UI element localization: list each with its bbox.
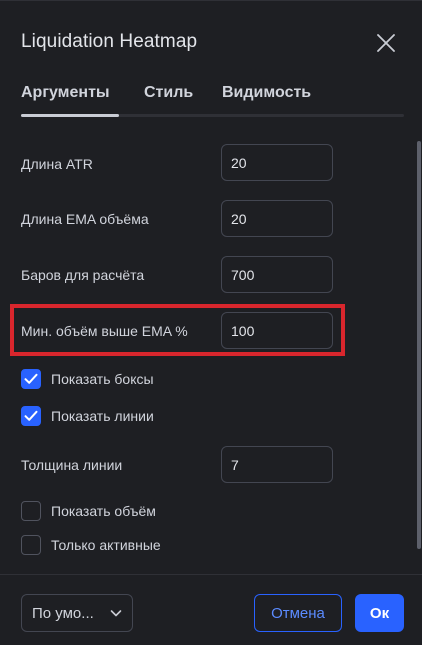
ok-button[interactable]: Ок [355,594,404,632]
show-volume-checkbox[interactable] [21,501,41,521]
ema-volume-length-input[interactable] [221,200,333,237]
tab-style[interactable]: Стиль [144,84,193,102]
tab-active-indicator [21,114,119,117]
tab-arguments[interactable]: Аргументы [21,84,110,102]
atr-length-label: Длина ATR [21,156,93,172]
only-active-label: Только активные [51,537,161,553]
show-volume-label: Показать объём [51,503,156,519]
close-button[interactable] [370,27,402,59]
cancel-button[interactable]: Отмена [254,594,342,632]
scrollbar[interactable] [417,141,421,549]
defaults-dropdown[interactable]: По умо... [21,594,133,632]
line-width-label: Толщина линии [21,457,123,473]
atr-length-input[interactable] [221,144,333,181]
show-boxes-checkbox[interactable] [21,369,41,389]
chevron-down-icon [110,610,122,617]
dialog-title: Liquidation Heatmap [21,31,198,52]
ema-volume-length-label: Длина EMA объёма [21,211,149,227]
indicator-settings-dialog: Liquidation Heatmap Аргументы Стиль Види… [0,0,422,645]
show-lines-label: Показать линии [51,408,154,424]
checkmark-icon [24,373,38,384]
footer-divider [0,574,422,575]
bars-for-calc-input[interactable] [221,256,333,293]
tab-visibility[interactable]: Видимость [222,84,311,102]
show-boxes-label: Показать боксы [51,371,154,387]
tab-bar: Аргументы Стиль Видимость [21,84,404,118]
bars-for-calc-label: Баров для расчёта [21,267,145,283]
highlight-box [10,304,345,356]
defaults-dropdown-label: По умо... [32,605,94,622]
show-lines-checkbox[interactable] [21,406,41,426]
close-icon [377,34,395,52]
only-active-checkbox[interactable] [21,535,41,555]
checkmark-icon [24,410,38,421]
line-width-input[interactable] [221,446,333,483]
